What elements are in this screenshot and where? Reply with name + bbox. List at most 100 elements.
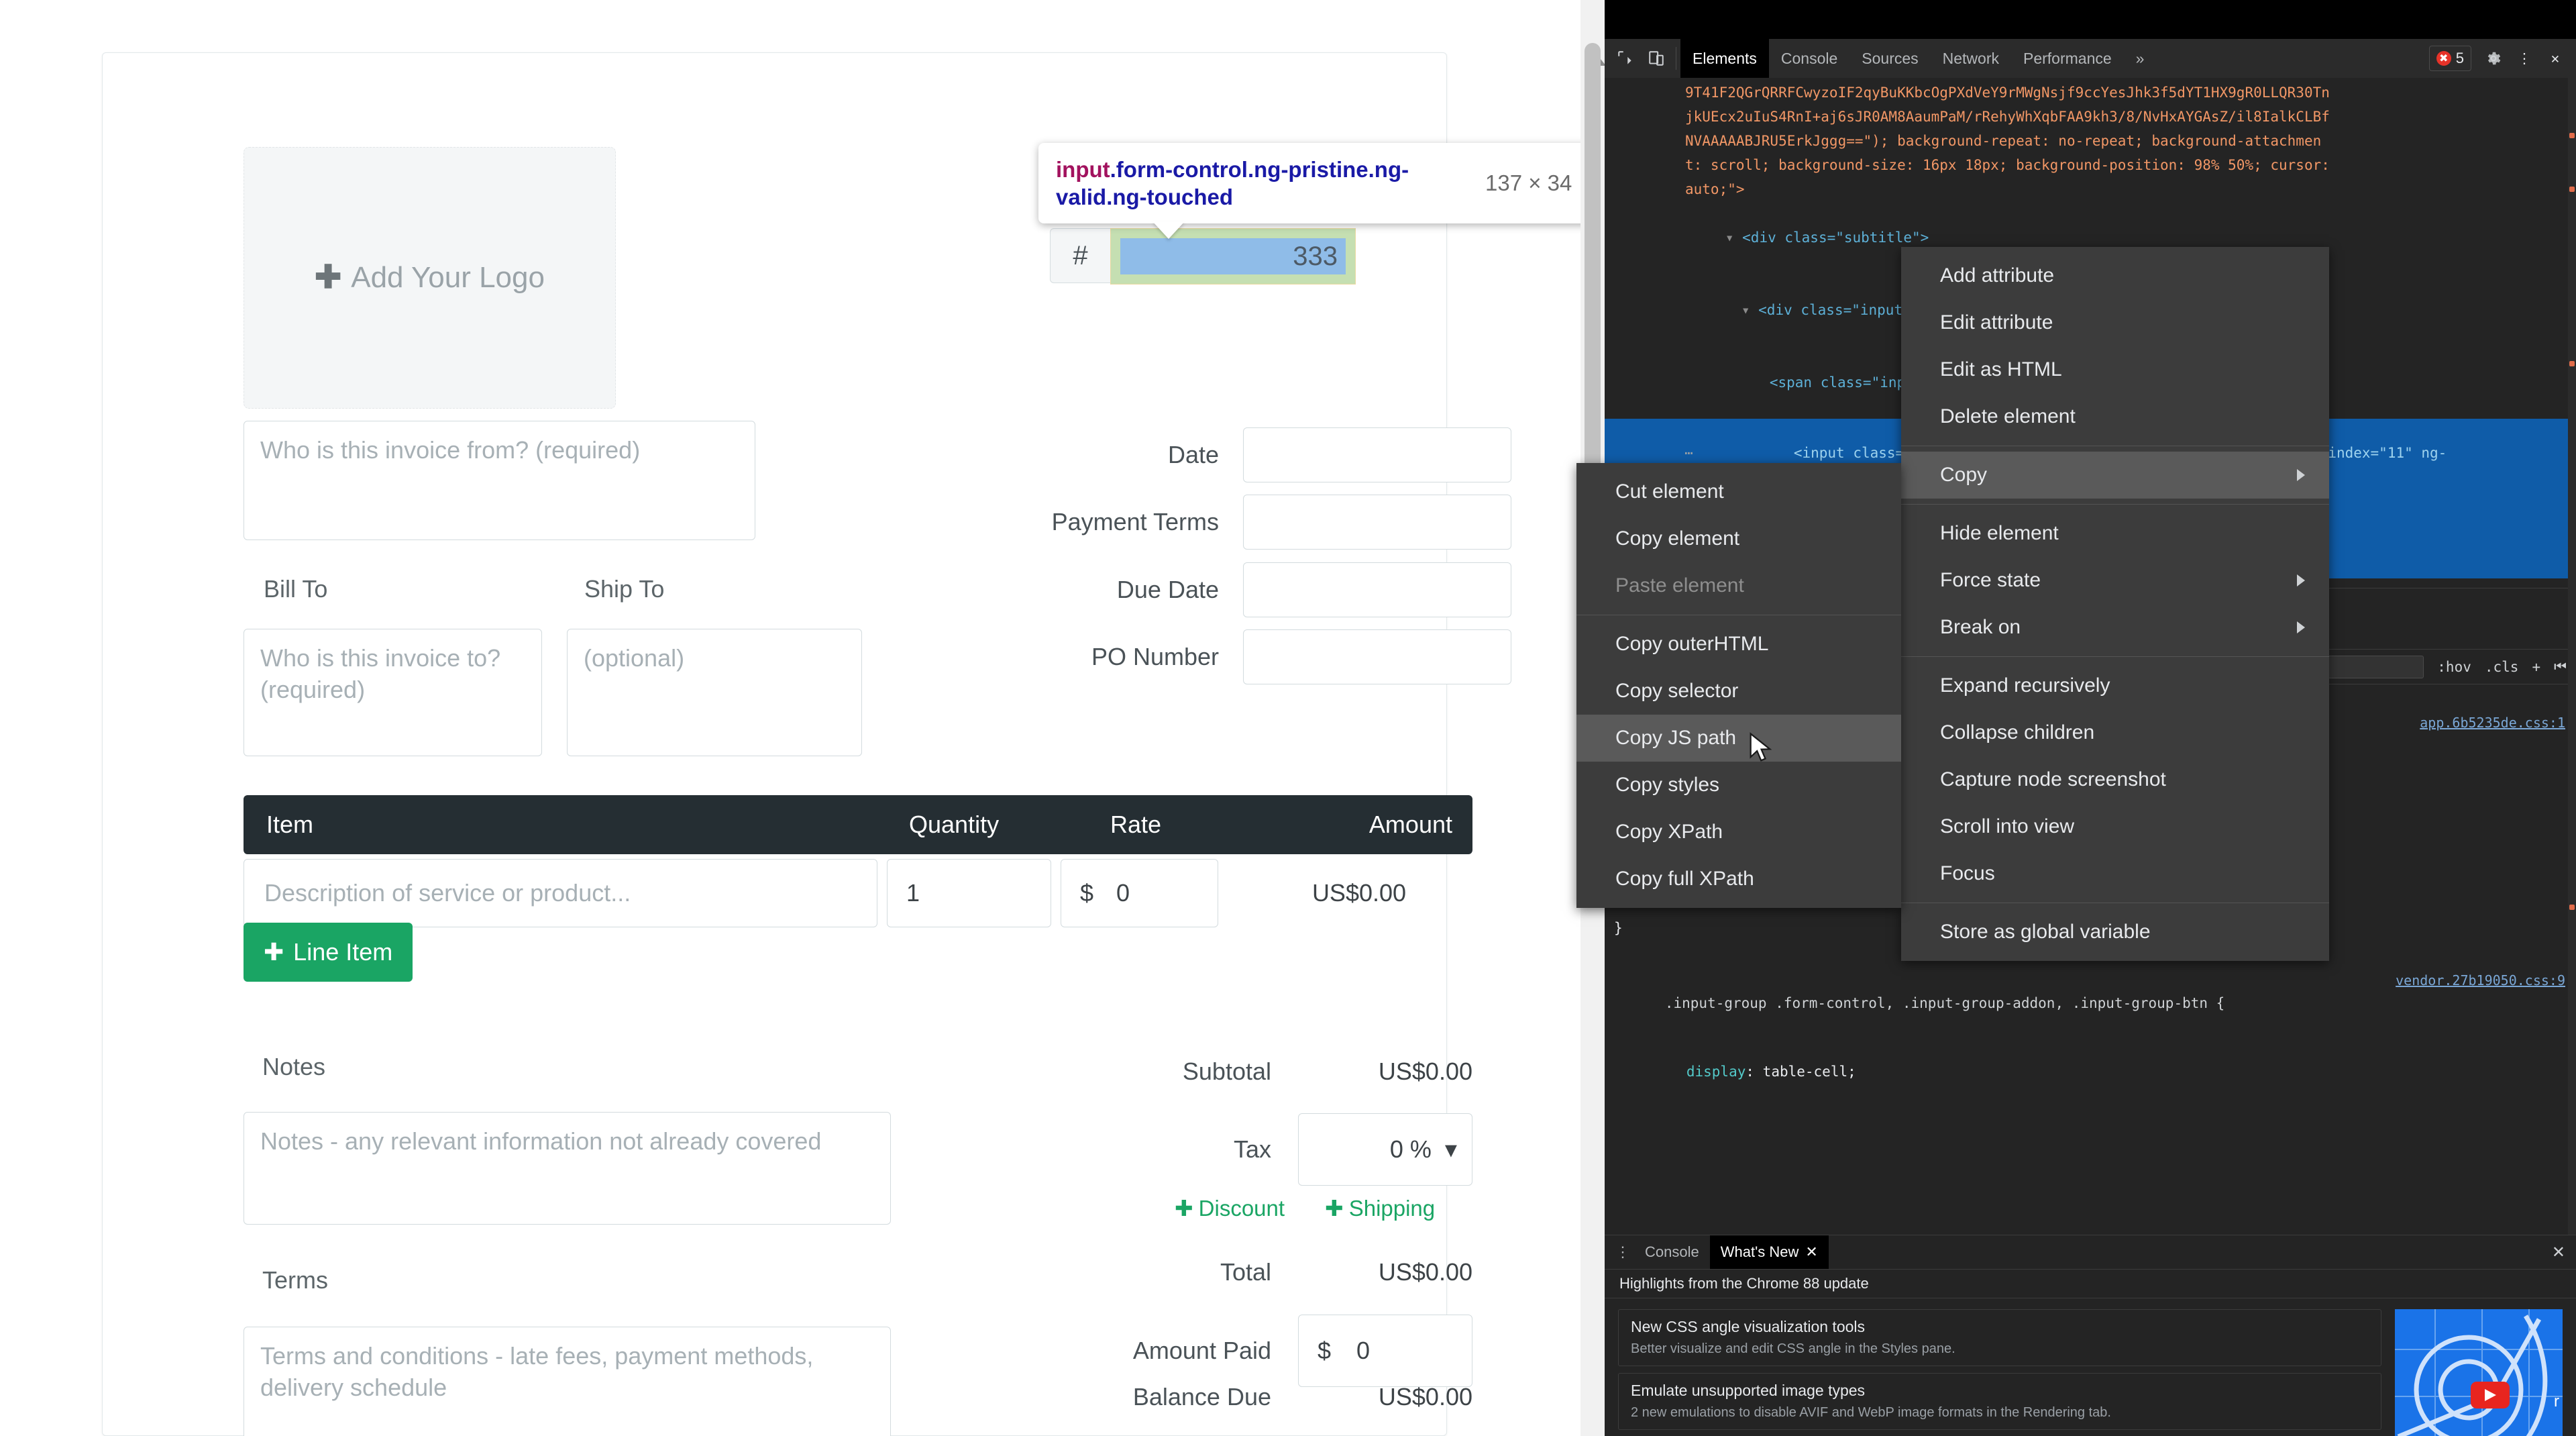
copy-submenu[interactable]: Cut element Copy element Paste element C… <box>1576 463 1901 908</box>
close-tab-icon[interactable]: ✕ <box>1805 1243 1817 1261</box>
tax-select[interactable]: 0 % ▾ <box>1298 1113 1472 1186</box>
error-icon: ✖ <box>2436 51 2451 66</box>
css-source-link[interactable]: app.6b5235de.css:1 <box>2420 711 2565 734</box>
menu-delete-element[interactable]: Delete element <box>1901 393 2329 440</box>
bill-to-label: Bill To <box>264 575 328 603</box>
menu-copy-xpath[interactable]: Copy XPath <box>1576 809 1901 856</box>
whats-new-card[interactable]: New CSS angle visualization tools Better… <box>1618 1309 2381 1366</box>
menu-edit-as-html[interactable]: Edit as HTML <box>1901 346 2329 393</box>
element-context-menu[interactable]: Add attribute Edit attribute Edit as HTM… <box>1901 247 2329 961</box>
device-toolbar-icon[interactable] <box>1641 43 1672 74</box>
menu-hide-element[interactable]: Hide element <box>1901 510 2329 557</box>
youtube-play-icon <box>2471 1382 2510 1408</box>
menu-force-state[interactable]: Force state <box>1901 557 2329 604</box>
menu-copy-label: Copy <box>1940 464 1988 486</box>
total-value: US$0.00 <box>1378 1258 1472 1286</box>
invoice-number-input[interactable]: 333 <box>1120 238 1346 274</box>
amount-paid-input[interactable]: $ 0 <box>1298 1315 1472 1387</box>
css-source-link[interactable]: vendor.27b19050.css:9 <box>2396 969 2565 992</box>
date-input[interactable] <box>1243 427 1511 482</box>
more-tabs-icon[interactable]: » <box>2124 39 2157 78</box>
tab-performance[interactable]: Performance <box>2011 39 2124 78</box>
menu-cut-element[interactable]: Cut element <box>1576 468 1901 515</box>
item-amount-value: US$0.00 <box>1311 879 1407 907</box>
item-quantity-input[interactable]: 1 <box>887 859 1051 927</box>
tooltip-dimensions: 137 × 34 <box>1485 170 1572 195</box>
dom-line: 9T41F2QGrQRRFCwyzoIF2qyBuKKbcOgPXdVeY9rM… <box>1685 85 2330 101</box>
po-number-input[interactable] <box>1243 629 1511 684</box>
close-drawer-icon[interactable]: ✕ <box>2552 1243 2565 1262</box>
web-page-viewport: ✚ Add Your Logo Who is this invoice from… <box>0 0 1605 1436</box>
menu-copy[interactable]: Copy <box>1901 452 2329 499</box>
menu-add-attribute[interactable]: Add attribute <box>1901 252 2329 299</box>
menu-scroll-into-view[interactable]: Scroll into view <box>1901 803 2329 850</box>
col-quantity: Quantity <box>909 811 1000 838</box>
menu-copy-js-path[interactable]: Copy JS path <box>1576 715 1901 762</box>
drawer-tab-whats-new-label: What's New <box>1720 1243 1799 1260</box>
menu-store-as-global-variable[interactable]: Store as global variable <box>1901 909 2329 956</box>
menu-expand-recursively[interactable]: Expand recursively <box>1901 662 2329 709</box>
chevron-right-icon <box>2297 574 2305 586</box>
currency-symbol: $ <box>1080 879 1094 907</box>
tab-sources[interactable]: Sources <box>1849 39 1930 78</box>
add-discount-link[interactable]: ✚ Discount <box>1175 1195 1285 1221</box>
add-shipping-link[interactable]: ✚ Shipping <box>1325 1195 1435 1221</box>
force-state-button[interactable]: :hov <box>2437 659 2471 675</box>
class-toggle-button[interactable]: .cls <box>2485 659 2519 675</box>
subtotal-row: Subtotal US$0.00 <box>533 1058 1472 1086</box>
add-logo-dropzone[interactable]: ✚ Add Your Logo <box>244 147 616 409</box>
chevron-down-icon: ▾ <box>1444 1135 1457 1163</box>
tax-row: Tax 0 % ▾ <box>533 1113 1472 1186</box>
menu-copy-styles[interactable]: Copy styles <box>1576 762 1901 809</box>
inspector-padding-highlight: 333 <box>1110 228 1356 285</box>
drawer-tab-whats-new[interactable]: What's New ✕ <box>1709 1235 1829 1269</box>
drawer-kebab-icon[interactable]: ⋮ <box>1611 1243 1634 1261</box>
col-rate: Rate <box>1110 811 1162 838</box>
menu-copy-outerhtml[interactable]: Copy outerHTML <box>1576 621 1901 668</box>
line-item-row: Description of service or product... 1 $… <box>244 857 1472 929</box>
add-line-item-button[interactable]: ✚ Line Item <box>244 923 413 982</box>
kebab-menu-icon[interactable]: ⋮ <box>2509 43 2540 74</box>
item-description-input[interactable]: Description of service or product... <box>244 859 877 927</box>
due-date-input[interactable] <box>1243 562 1511 617</box>
new-style-rule-button[interactable]: + <box>2532 659 2540 675</box>
item-rate-input[interactable]: $ 0 <box>1061 859 1218 927</box>
subtotal-label: Subtotal <box>1182 1058 1271 1085</box>
error-count-badge[interactable]: ✖ 5 <box>2428 46 2471 71</box>
menu-copy-selector[interactable]: Copy selector <box>1576 668 1901 715</box>
col-amount: Amount <box>1368 811 1452 838</box>
menu-capture-node-screenshot[interactable]: Capture node screenshot <box>1901 756 2329 803</box>
card-title: New CSS angle visualization tools <box>1631 1318 1866 1335</box>
menu-paste-element: Paste element <box>1615 574 1744 597</box>
css-declaration[interactable]: display: table-cell; <box>1605 1037 2576 1106</box>
tab-network[interactable]: Network <box>1931 39 2011 78</box>
inspect-element-icon[interactable] <box>1610 43 1641 74</box>
menu-copy-element[interactable]: Copy element <box>1576 515 1901 562</box>
notes-label: Notes <box>262 1053 326 1080</box>
menu-edit-attribute[interactable]: Edit attribute <box>1901 299 2329 346</box>
menu-focus[interactable]: Focus <box>1901 850 2329 897</box>
drawer-tab-console[interactable]: Console <box>1634 1235 1710 1269</box>
payment-terms-label: Payment Terms <box>1051 508 1219 535</box>
menu-collapse-children[interactable]: Collapse children <box>1901 709 2329 756</box>
bill-to-textarea[interactable]: Who is this invoice to? (required) <box>244 629 542 756</box>
meta-row-due-date: Due Date <box>572 562 1511 617</box>
whats-new-card-list: New CSS angle visualization tools Better… <box>1618 1309 2381 1436</box>
devtools-scrollbar[interactable] <box>2568 39 2576 1436</box>
tab-elements[interactable]: Elements <box>1680 39 1769 78</box>
gear-icon[interactable] <box>2478 43 2509 74</box>
tooltip-tag-name: input <box>1056 156 1110 182</box>
computed-sidebar-toggle-icon[interactable]: ⏮ <box>2554 658 2567 675</box>
drawer-tab-bar: ⋮ Console What's New ✕ ✕ <box>1605 1235 2576 1269</box>
whats-new-card[interactable]: Emulate unsupported image types 2 new em… <box>1618 1373 2381 1430</box>
payment-terms-input[interactable] <box>1243 495 1511 550</box>
amount-paid-row: Amount Paid $ 0 <box>533 1315 1472 1387</box>
close-devtools-icon[interactable]: ✕ <box>2540 43 2571 74</box>
scrollbar-marker <box>2569 133 2575 138</box>
plus-icon: ✚ <box>1325 1196 1344 1221</box>
menu-copy-full-xpath[interactable]: Copy full XPath <box>1576 856 1901 903</box>
tab-console[interactable]: Console <box>1769 39 1849 78</box>
subtotal-value: US$0.00 <box>1378 1058 1472 1085</box>
menu-break-on[interactable]: Break on <box>1901 604 2329 651</box>
whats-new-video-thumbnail[interactable]: 88 r <box>2395 1309 2563 1436</box>
